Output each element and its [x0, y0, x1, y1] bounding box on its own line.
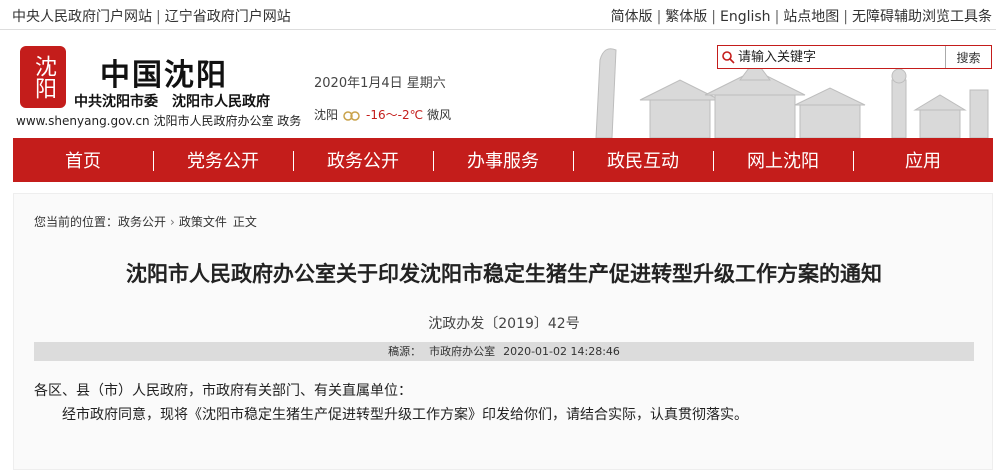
breadcrumb: 您当前的位置：政务公开 › 政策文件 正文 [34, 213, 257, 230]
nav-item-services[interactable]: 办事服务 [433, 147, 573, 173]
breadcrumb-prefix: 您当前的位置： [34, 215, 119, 229]
breadcrumb-item-current: 正文 [232, 215, 257, 229]
site-subtitle: 中共沈阳市委 沈阳市人民政府 [74, 94, 270, 110]
nav-item-party-affairs[interactable]: 党务公开 [153, 147, 293, 173]
search-input[interactable] [738, 47, 943, 67]
publish-datetime: 2020-01-02 14:28:46 [503, 345, 620, 358]
nav-item-gov-affairs[interactable]: 政务公开 [293, 147, 433, 173]
main-nav: 首页 党务公开 政务公开 办事服务 政民互动 网上沈阳 应用 [13, 138, 993, 182]
top-bar-left: 中央人民政府门户网站 | 辽宁省政府门户网站 [12, 6, 291, 26]
breadcrumb-item-policy-docs[interactable]: 政策文件 [179, 215, 227, 229]
article-addressee: 各区、县（市）人民政府，市政府有关部门、有关直属单位： [34, 383, 412, 399]
nav-item-online-shenyang[interactable]: 网上沈阳 [713, 147, 853, 173]
separator: | [156, 9, 161, 25]
current-date: 2020年1月4日 星期六 [314, 76, 446, 91]
source-label: 稿源： [388, 345, 422, 358]
link-accessibility[interactable]: 无障碍辅助浏览工具条 [852, 9, 992, 25]
chevron-right-icon: › [170, 215, 175, 229]
article-meta-bar: 稿源： 市政府办公室 2020-01-02 14:28:46 [34, 342, 974, 361]
site-url: www.shenyang.gov.cn 沈阳市人民政府办公室 政务 [16, 114, 302, 128]
weather-temp: -16～-2℃ [366, 108, 424, 122]
search-icon [718, 47, 738, 67]
source-value: 市政府办公室 [429, 345, 496, 358]
document-number: 沈政办发〔2019〕42号 [428, 316, 580, 332]
separator: | [843, 9, 848, 25]
site-header: 沈阳 中国沈阳 中共沈阳市委 沈阳市人民政府 www.shenyang.gov.… [0, 30, 996, 138]
search-box: 搜索 [717, 45, 992, 69]
breadcrumb-item-gov-affairs[interactable]: 政务公开 [118, 215, 166, 229]
link-sitemap[interactable]: 站点地图 [783, 9, 839, 25]
weather-wind: 微风 [427, 108, 452, 122]
weather-city: 沈阳 [314, 108, 339, 122]
article-body-paragraph: 经市政府同意，现将《沈阳市稳定生猪生产促进转型升级工作方案》印发给你们，请结合实… [62, 407, 748, 423]
top-bar-right: 简体版 | 繁体版 | English | 站点地图 | 无障碍辅助浏览工具条 [611, 6, 992, 26]
link-liaoning-gov-portal[interactable]: 辽宁省政府门户网站 [165, 9, 291, 25]
nav-item-interaction[interactable]: 政民互动 [573, 147, 713, 173]
site-logo-seal[interactable]: 沈阳 [20, 46, 66, 108]
top-bar: 中央人民政府门户网站 | 辽宁省政府门户网站 简体版 | 繁体版 | English | 站点地… [0, 0, 996, 30]
link-traditional[interactable]: 繁体版 [665, 9, 707, 25]
nav-item-apps[interactable]: 应用 [853, 147, 993, 173]
link-english[interactable]: English [720, 9, 771, 25]
link-simplified[interactable]: 简体版 [611, 9, 653, 25]
article-panel: 您当前的位置：政务公开 › 政策文件 正文 沈阳市人民政府办公室关于印发沈阳市稳定生猪… [13, 193, 993, 470]
nav-item-home[interactable]: 首页 [13, 147, 153, 173]
separator: | [711, 9, 716, 25]
article-title: 沈阳市人民政府办公室关于印发沈阳市稳定生猪生产促进转型升级工作方案的通知 [126, 262, 882, 286]
site-title: 中国沈阳 [100, 58, 228, 93]
link-central-gov-portal[interactable]: 中央人民政府门户网站 [12, 9, 152, 25]
separator: | [774, 9, 780, 25]
weather-widget: 沈阳 -16～-2℃ 微风 [314, 106, 451, 123]
cloudy-icon [342, 108, 362, 122]
search-button[interactable]: 搜索 [945, 46, 991, 68]
separator: | [656, 9, 662, 25]
